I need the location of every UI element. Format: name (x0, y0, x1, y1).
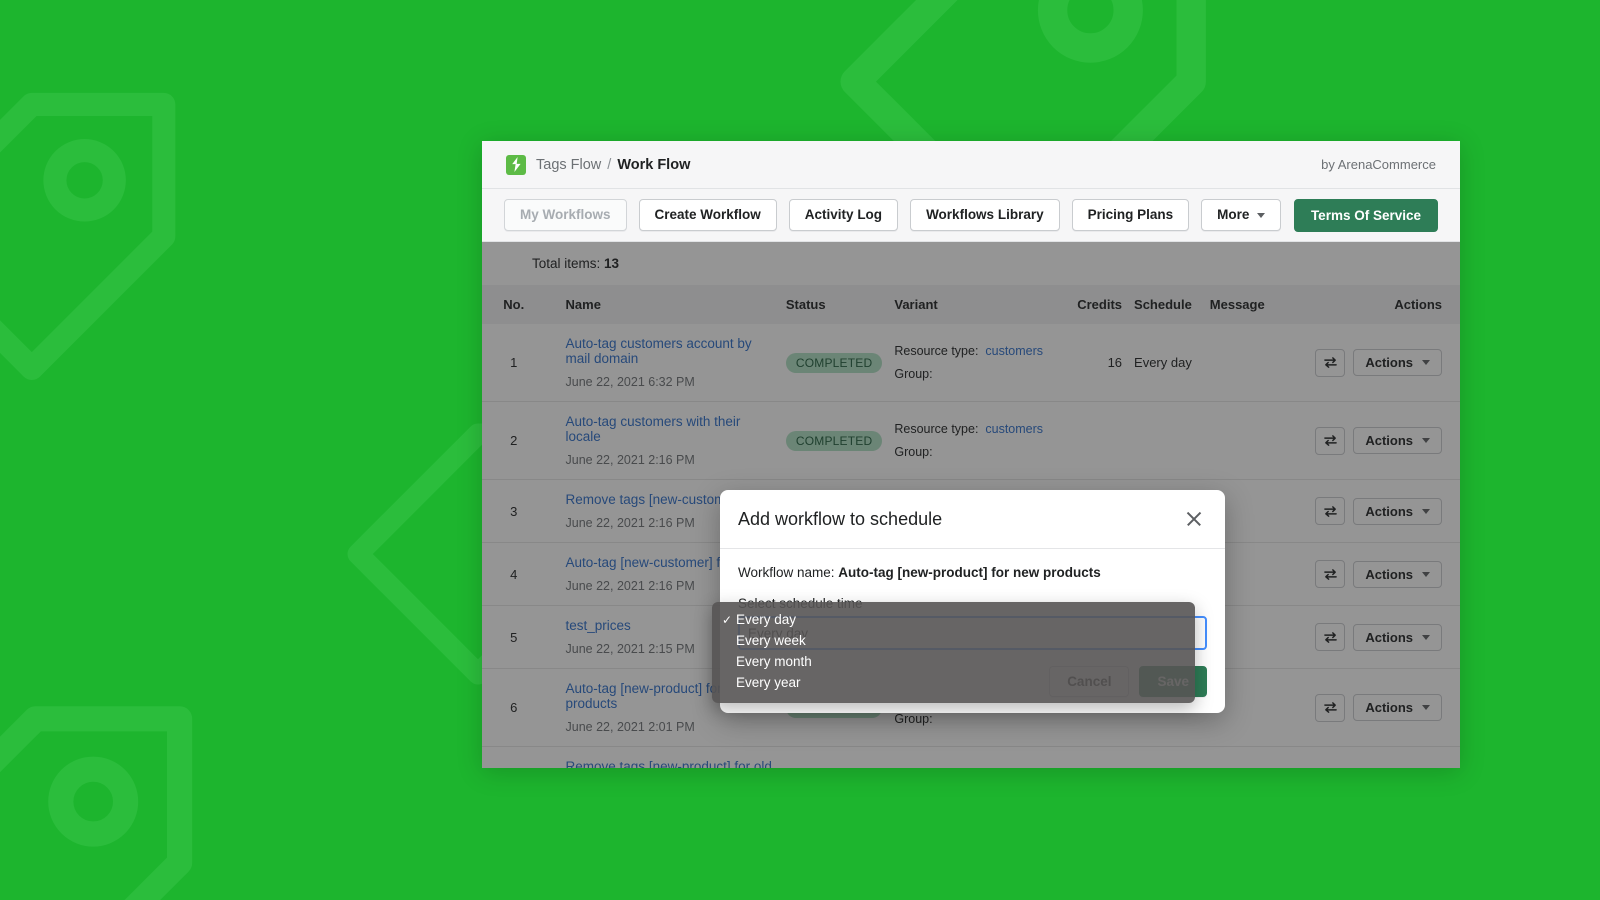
modal-title: Add workflow to schedule (738, 508, 943, 529)
dropdown-option-0[interactable]: ✓ Every day (712, 610, 1195, 629)
modal-header: Add workflow to schedule (720, 490, 1225, 549)
main-toolbar: My Workflows Create Workflow Activity Lo… (482, 189, 1460, 242)
app-window: Tags Flow / Work Flow by ArenaCommerce M… (482, 141, 1460, 768)
breadcrumb-root[interactable]: Tags Flow (536, 157, 601, 173)
tab-create-workflow[interactable]: Create Workflow (638, 198, 777, 232)
content-area: Total items: 13 No. Name Status Variant … (482, 242, 1460, 768)
add-to-schedule-modal: Add workflow to schedule Workflow name: … (712, 490, 1225, 713)
tab-pricing-plans[interactable]: Pricing Plans (1071, 198, 1190, 232)
tab-create-workflow-label: Create Workflow (654, 206, 761, 222)
tab-my-workflows-label: My Workflows (520, 206, 611, 222)
workflow-name-label: Workflow name: (738, 565, 835, 580)
dropdown-option-label: Every month (736, 654, 812, 669)
check-icon: ✓ (722, 612, 733, 627)
background-tag-shape-bottom-left (0, 706, 193, 900)
dropdown-option-1[interactable]: Every week (712, 631, 1195, 650)
tab-my-workflows[interactable]: My Workflows (504, 198, 627, 232)
tab-activity-log[interactable]: Activity Log (788, 198, 899, 232)
dropdown-option-label: Every year (736, 675, 801, 690)
dropdown-option-3[interactable]: Every year (712, 673, 1195, 692)
breadcrumb-separator: / (607, 156, 612, 173)
app-header: Tags Flow / Work Flow by ArenaCommerce (482, 141, 1460, 189)
tab-workflows-library[interactable]: Workflows Library (910, 198, 1060, 232)
dropdown-option-label: Every week (736, 633, 806, 648)
tab-more[interactable]: More (1201, 198, 1282, 232)
chevron-down-icon (1257, 212, 1266, 218)
tab-workflows-library-label: Workflows Library (926, 206, 1044, 222)
tab-activity-log-label: Activity Log (804, 206, 883, 222)
tab-more-label: More (1217, 206, 1250, 222)
terms-of-service-button[interactable]: Terms Of Service (1293, 198, 1438, 232)
breadcrumb-current: Work Flow (617, 156, 691, 173)
dropdown-option-label: Every day (736, 612, 797, 627)
schedule-options-dropdown[interactable]: ✓ Every day Every week Every month Every… (712, 602, 1195, 703)
byline: by ArenaCommerce (1321, 157, 1436, 172)
background-tag-shape-left (0, 92, 176, 380)
workflow-name-line: Workflow name: Auto-tag [new-product] fo… (738, 565, 1207, 580)
workflow-name-value: Auto-tag [new-product] for new products (838, 565, 1101, 580)
dropdown-option-2[interactable]: Every month (712, 652, 1195, 671)
tags-flow-logo-icon (506, 154, 526, 175)
close-icon[interactable] (1183, 508, 1205, 530)
tab-pricing-plans-label: Pricing Plans (1087, 206, 1174, 222)
